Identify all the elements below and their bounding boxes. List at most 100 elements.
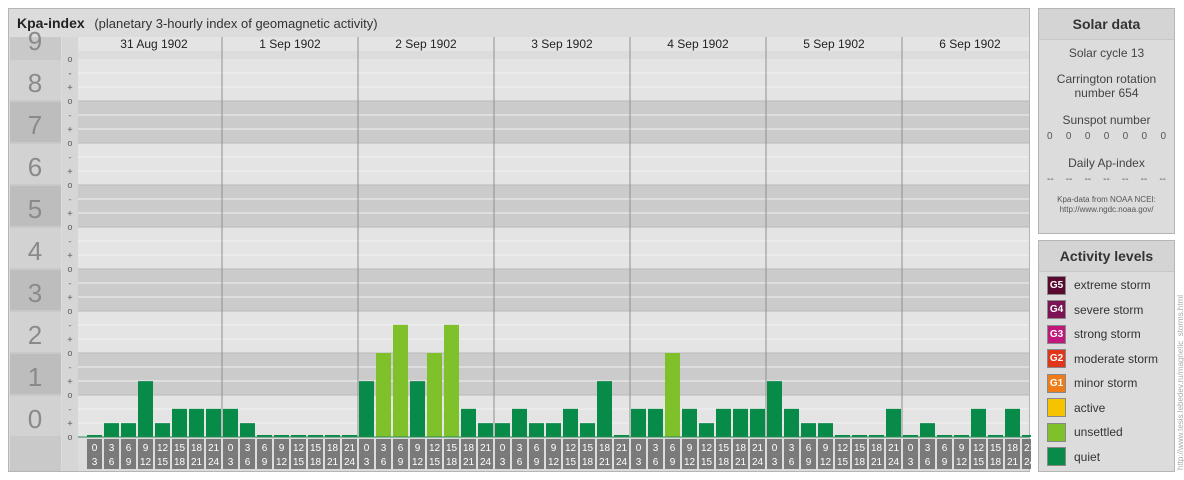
kp-bar bbox=[410, 381, 425, 437]
sunspot-value: 0 bbox=[1084, 131, 1091, 142]
interval-start: 18 bbox=[327, 443, 339, 454]
solar-data-title: Solar data bbox=[1039, 9, 1174, 40]
interval-end: 3 bbox=[92, 457, 98, 468]
legend-item-moderate-storm: G2 moderate storm bbox=[1047, 349, 1158, 369]
kp-bar bbox=[206, 408, 221, 437]
interval-end: 12 bbox=[412, 457, 424, 468]
kp-bar bbox=[223, 408, 238, 437]
interval-end: 12 bbox=[140, 457, 152, 468]
interval-start: 0 bbox=[228, 443, 234, 454]
interval-start: 9 bbox=[687, 443, 693, 454]
interval-end: 6 bbox=[517, 457, 523, 468]
sub-tick-marker: - bbox=[67, 111, 72, 121]
interval-end: 15 bbox=[565, 457, 577, 468]
interval-end: 12 bbox=[956, 457, 968, 468]
interval-end: 12 bbox=[276, 457, 288, 468]
interval-start: 15 bbox=[718, 443, 730, 454]
interval-start: 0 bbox=[364, 443, 370, 454]
sunspot-value: 0 bbox=[1160, 131, 1166, 142]
day-label: 4 Sep 1902 bbox=[667, 37, 729, 51]
noaa-credit-line-1: Kpa-data from NOAA NCEI: bbox=[1057, 195, 1156, 204]
interval-start: 3 bbox=[245, 443, 251, 454]
legend-swatch: G3 bbox=[1047, 324, 1066, 344]
interval-end: 15 bbox=[429, 457, 441, 468]
interval-end: 18 bbox=[854, 457, 866, 468]
sub-tick-marker: - bbox=[67, 405, 72, 415]
ap-value: -- bbox=[1121, 174, 1129, 185]
interval-end: 18 bbox=[718, 457, 730, 468]
kp-bar bbox=[665, 353, 680, 437]
kp-bar bbox=[393, 324, 408, 437]
interval-end: 21 bbox=[1007, 457, 1019, 468]
interval-start: 18 bbox=[463, 443, 475, 454]
level-band-8 bbox=[78, 59, 1029, 101]
interval-start: 6 bbox=[262, 443, 268, 454]
ap-label: Daily Ap-index bbox=[1068, 156, 1145, 170]
kp-bar bbox=[699, 423, 714, 437]
kp-bar bbox=[359, 381, 374, 437]
kp-bar bbox=[767, 381, 782, 437]
sub-tick-marker: o bbox=[67, 139, 72, 149]
sub-tick-marker: - bbox=[67, 363, 72, 373]
interval-end: 9 bbox=[262, 457, 268, 468]
interval-end: 3 bbox=[500, 457, 506, 468]
interval-start: 18 bbox=[191, 443, 203, 454]
legend-swatch: G2 bbox=[1047, 349, 1066, 368]
sub-tick-marker: - bbox=[67, 279, 72, 289]
interval-end: 18 bbox=[310, 457, 322, 468]
kp-bar bbox=[818, 423, 833, 437]
interval-start: 9 bbox=[415, 443, 421, 454]
interval-end: 21 bbox=[871, 457, 883, 468]
sub-tick-marker: o bbox=[67, 265, 72, 275]
interval-start: 6 bbox=[126, 443, 132, 454]
kp-bar bbox=[546, 423, 561, 437]
sub-tick-marker: + bbox=[67, 209, 73, 219]
legend-item-severe-storm: G4 severe storm bbox=[1047, 300, 1143, 320]
kp-bar bbox=[886, 408, 901, 437]
solar-data-panel: Solar data Solar cycle 13 Carrington rot… bbox=[1038, 8, 1175, 234]
kp-bar bbox=[172, 408, 187, 437]
interval-end: 6 bbox=[381, 457, 387, 468]
interval-end: 3 bbox=[772, 457, 778, 468]
interval-end: 15 bbox=[157, 457, 169, 468]
interval-end: 3 bbox=[908, 457, 914, 468]
legend-item-quiet: quiet bbox=[1047, 447, 1100, 467]
interval-start: 6 bbox=[670, 443, 676, 454]
legend-item-minor-storm: G1 minor storm bbox=[1047, 373, 1137, 393]
kp-bar bbox=[240, 423, 255, 437]
legend-swatch bbox=[1047, 398, 1066, 417]
interval-end: 18 bbox=[582, 457, 594, 468]
sub-tick-marker: o bbox=[67, 433, 72, 443]
ap-values: -- -- -- -- -- -- -- bbox=[1039, 174, 1174, 185]
interval-end: 6 bbox=[789, 457, 795, 468]
interval-end: 24 bbox=[616, 457, 628, 468]
sub-tick-marker: o bbox=[67, 55, 72, 65]
interval-end: 9 bbox=[670, 457, 676, 468]
interval-start: 12 bbox=[565, 443, 577, 454]
level-band-6 bbox=[78, 143, 1029, 185]
sub-tick-marker: - bbox=[67, 69, 72, 79]
sub-tick-marker: + bbox=[67, 293, 73, 303]
legend-swatch: G4 bbox=[1047, 300, 1066, 319]
interval-end: 21 bbox=[191, 457, 203, 468]
ap-value: -- bbox=[1103, 174, 1110, 185]
sub-tick-marker: - bbox=[67, 195, 72, 205]
day-label: 3 Sep 1902 bbox=[531, 37, 593, 51]
day-label: 6 Sep 1902 bbox=[939, 37, 1001, 51]
sub-tick-marker: - bbox=[67, 153, 72, 163]
interval-end: 24 bbox=[752, 457, 764, 468]
interval-start: 3 bbox=[517, 443, 523, 454]
y-tick-label: 6 bbox=[28, 152, 42, 182]
y-tick-label: 2 bbox=[28, 320, 42, 350]
interval-start: 9 bbox=[823, 443, 829, 454]
legend-label: severe storm bbox=[1074, 302, 1144, 317]
kp-bar bbox=[631, 408, 646, 437]
legend-swatch: G5 bbox=[1047, 275, 1066, 295]
kp-bar bbox=[155, 423, 170, 437]
interval-start: 0 bbox=[772, 443, 778, 454]
interval-start: 3 bbox=[789, 443, 795, 454]
kp-bar bbox=[444, 324, 459, 437]
sub-tick-marker: o bbox=[67, 97, 72, 107]
day-label: 2 Sep 1902 bbox=[395, 37, 457, 51]
legend-swatch bbox=[1047, 447, 1066, 466]
